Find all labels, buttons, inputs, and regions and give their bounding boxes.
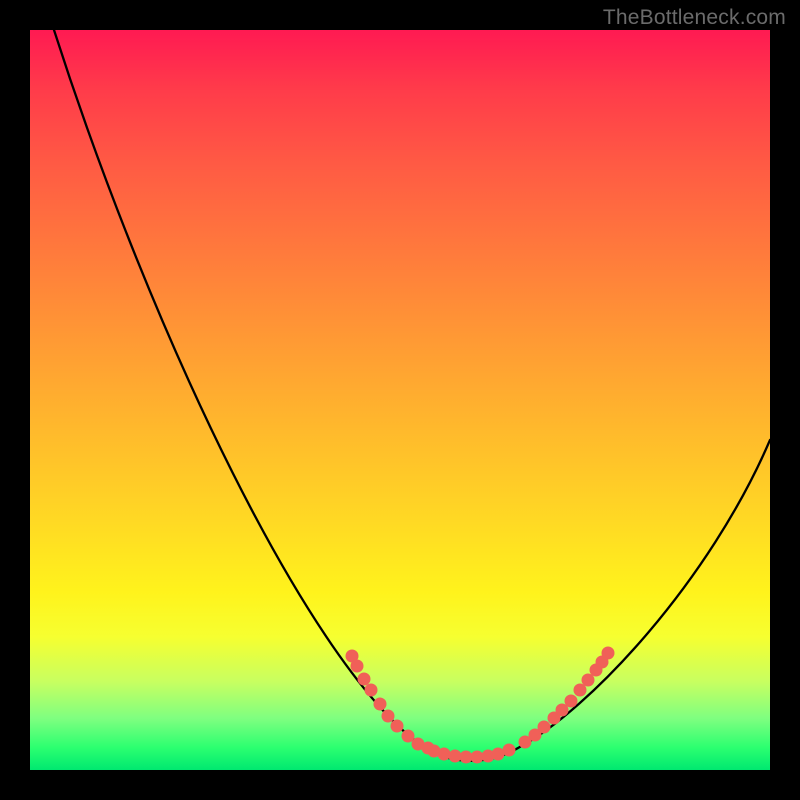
curve-marker (374, 698, 387, 711)
curve-marker (565, 695, 578, 708)
curve-marker (391, 720, 404, 733)
curve-marker (602, 647, 615, 660)
curve-marker (449, 750, 462, 763)
bottleneck-curve (54, 30, 770, 761)
curve-marker (538, 721, 551, 734)
watermark-label: TheBottleneck.com (603, 6, 786, 30)
plot-area (30, 30, 770, 770)
chart-svg (30, 30, 770, 770)
curve-marker (382, 710, 395, 723)
chart-frame: TheBottleneck.com (0, 0, 800, 800)
curve-marker (351, 660, 364, 673)
curve-marker (365, 684, 378, 697)
curve-marker (358, 673, 371, 686)
curve-marker (471, 751, 484, 764)
curve-marker (438, 748, 451, 761)
curve-marker (503, 744, 516, 757)
marker-group (346, 647, 615, 764)
